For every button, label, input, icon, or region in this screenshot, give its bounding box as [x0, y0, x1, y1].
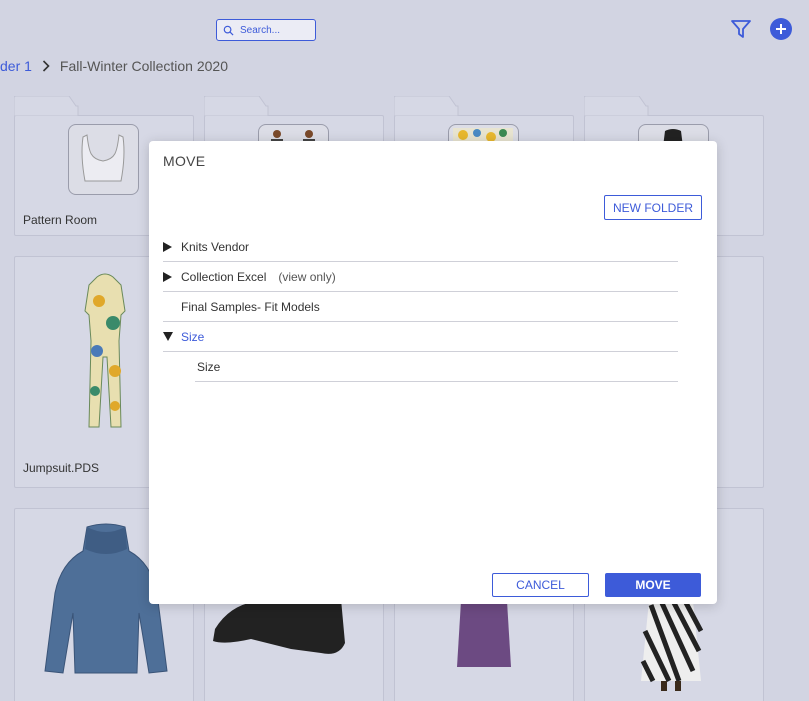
- caret-down-icon: [163, 332, 181, 341]
- tree-item-size[interactable]: Size: [163, 322, 678, 352]
- hoodie-image: [213, 599, 345, 654]
- tree-item-collection-excel[interactable]: Collection Excel (view only): [163, 262, 678, 292]
- breadcrumb-current: Fall-Winter Collection 2020: [59, 58, 228, 74]
- tree-item-label: Collection Excel: [181, 269, 267, 284]
- folder-tab: [14, 96, 79, 116]
- add-button[interactable]: [770, 18, 792, 40]
- tree-item-label: Size: [197, 359, 221, 374]
- caret-right-icon: [163, 271, 181, 282]
- move-button[interactable]: MOVE: [605, 573, 701, 597]
- jumpsuit-image: [84, 273, 126, 428]
- crop-top-icon: [81, 134, 125, 182]
- tree-item-label: Final Samples- Fit Models: [181, 299, 320, 314]
- new-folder-button[interactable]: NEW FOLDER: [604, 195, 702, 220]
- folder-tab: [394, 96, 459, 116]
- dress-print-image: [640, 601, 703, 691]
- tree-item-knits-vendor[interactable]: Knits Vendor: [163, 232, 678, 262]
- card-label: Jumpsuit.PDS: [23, 461, 100, 475]
- search-icon: [223, 25, 234, 36]
- folder-tree: Knits Vendor Collection Excel (view only…: [163, 232, 678, 382]
- move-dialog: MOVE NEW FOLDER Knits Vendor Collection …: [149, 141, 717, 604]
- search-input[interactable]: [240, 24, 310, 36]
- dialog-title: MOVE: [163, 153, 206, 169]
- filter-button[interactable]: [728, 16, 754, 42]
- filter-icon: [731, 20, 751, 38]
- chevron-right-icon: [42, 60, 50, 72]
- tree-item-label: Size: [181, 329, 205, 344]
- card-label: Pattern Room: [23, 213, 98, 227]
- folder-tab: [204, 96, 269, 116]
- dress-purple-image: [457, 601, 511, 667]
- folder-thumbnail: [68, 124, 139, 195]
- tree-item-label: Knits Vendor: [181, 239, 250, 254]
- search-box[interactable]: [216, 19, 316, 41]
- breadcrumb-parent-link[interactable]: der 1: [0, 58, 32, 74]
- caret-right-icon: [163, 241, 181, 252]
- view-only-note: (view only): [278, 269, 336, 284]
- tree-item-final-samples[interactable]: Final Samples- Fit Models: [163, 292, 678, 322]
- cancel-button[interactable]: CANCEL: [492, 573, 589, 597]
- plus-icon: [776, 24, 786, 34]
- folder-tab: [584, 96, 649, 116]
- breadcrumb: der 1 Fall-Winter Collection 2020: [0, 57, 228, 75]
- tree-item-size-child[interactable]: Size: [195, 352, 678, 382]
